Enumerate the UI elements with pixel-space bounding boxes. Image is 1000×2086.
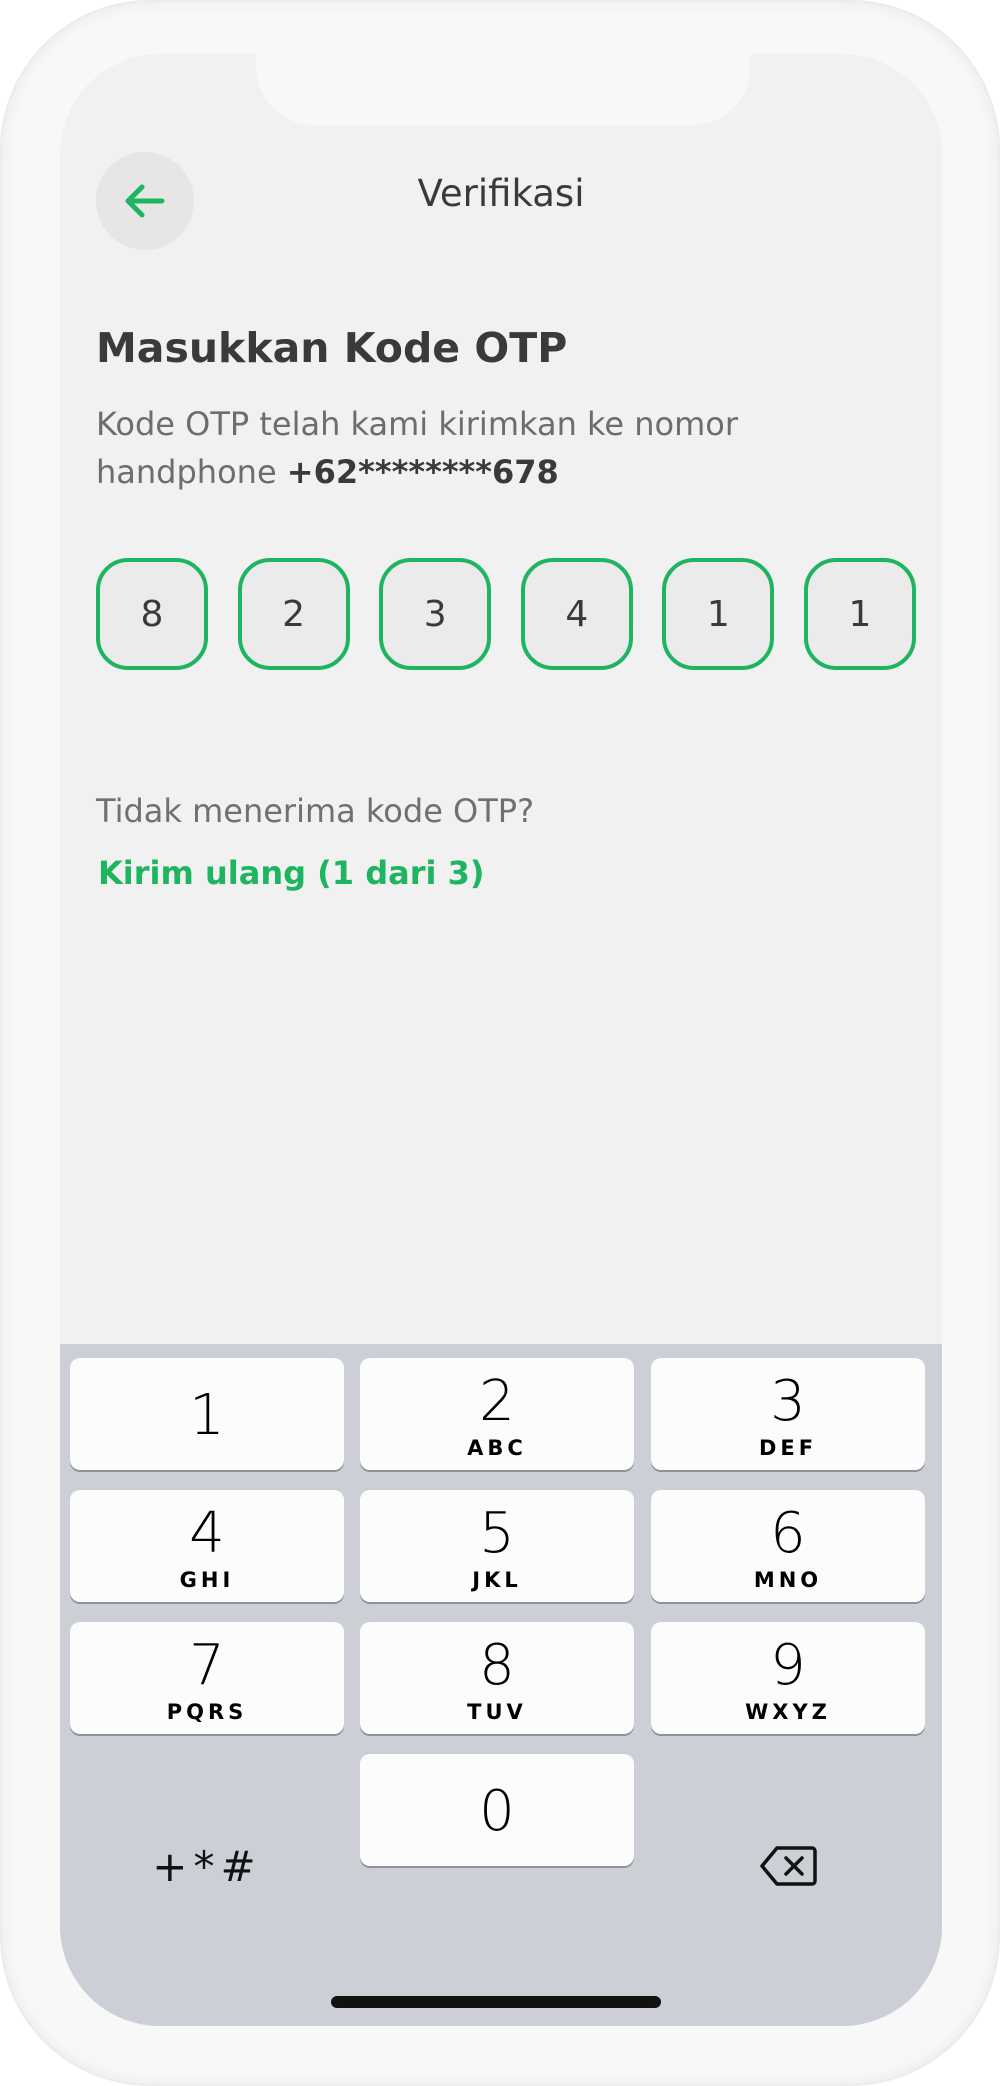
otp-description: Kode OTP telah kami kirimkan ke nomor ha… [96, 400, 796, 496]
key-5[interactable]: 5 JKL [360, 1490, 634, 1602]
key-1[interactable]: 1 [70, 1358, 344, 1470]
key-number: 1 [189, 1383, 225, 1448]
delete-key[interactable] [651, 1810, 925, 1922]
key-number: 3 [770, 1369, 806, 1434]
otp-input-row: 8 2 3 4 1 1 [96, 558, 916, 670]
phone-frame: Verifikasi Masukkan Kode OTP Kode OTP te… [0, 0, 1000, 2086]
otp-digit-field[interactable]: 8 [96, 558, 208, 670]
key-8[interactable]: 8 TUV [360, 1622, 634, 1734]
otp-digit-field[interactable]: 3 [379, 558, 492, 670]
otp-heading: Masukkan Kode OTP [96, 324, 568, 372]
masked-phone-number: +62********678 [286, 453, 559, 491]
home-indicator[interactable] [331, 1996, 661, 2008]
key-number: 4 [189, 1501, 225, 1566]
page-title: Verifikasi [417, 172, 585, 215]
screen: Verifikasi Masukkan Kode OTP Kode OTP te… [60, 54, 942, 2026]
key-number: 8 [479, 1633, 515, 1698]
key-letters: JKL [472, 1568, 522, 1592]
key-7[interactable]: 7 PQRS [70, 1622, 344, 1734]
key-letters: TUV [467, 1700, 527, 1724]
key-letters: MNO [753, 1568, 823, 1592]
otp-digit-field[interactable]: 2 [237, 558, 350, 670]
key-number: 5 [479, 1501, 515, 1566]
symbols-key[interactable]: +*# [70, 1810, 344, 1922]
key-4[interactable]: 4 GHI [70, 1490, 344, 1602]
key-number: 6 [770, 1501, 806, 1566]
key-number: 0 [479, 1779, 515, 1844]
key-0[interactable]: 0 [360, 1754, 634, 1866]
key-letters: GHI [179, 1568, 235, 1592]
key-letters: WXYZ [745, 1700, 831, 1724]
key-3[interactable]: 3 DEF [651, 1358, 925, 1470]
key-number: 2 [479, 1369, 515, 1434]
key-2[interactable]: 2 ABC [360, 1358, 634, 1470]
key-9[interactable]: 9 WXYZ [651, 1622, 925, 1734]
key-6[interactable]: 6 MNO [651, 1490, 925, 1602]
resend-link[interactable]: Kirim ulang (1 dari 3) [98, 854, 484, 892]
key-letters: DEF [758, 1436, 818, 1460]
otp-digit-field[interactable]: 4 [520, 558, 633, 670]
otp-digit-field[interactable]: 1 [803, 558, 916, 670]
key-letters: ABC [467, 1436, 527, 1460]
notch [256, 54, 750, 125]
key-number: 9 [770, 1633, 806, 1698]
backspace-icon [760, 1846, 817, 1886]
key-number: 7 [189, 1633, 225, 1698]
otp-digit-field[interactable]: 1 [662, 558, 775, 670]
key-letters: PQRS [166, 1700, 248, 1724]
not-received-text: Tidak menerima kode OTP? [96, 792, 535, 830]
